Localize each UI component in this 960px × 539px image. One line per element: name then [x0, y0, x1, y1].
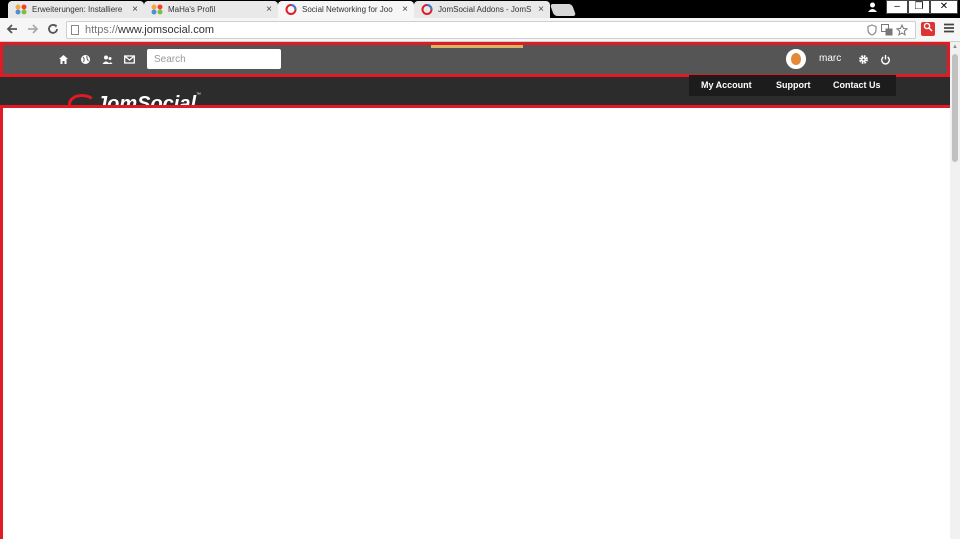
joomla-favicon-icon: [15, 4, 27, 15]
trademark-icon: ™: [196, 92, 201, 98]
shield-icon[interactable]: [867, 24, 877, 40]
tab-close-icon[interactable]: ×: [132, 1, 138, 18]
url-text: https://www.jomsocial.com: [85, 23, 214, 38]
scroll-up-arrow-icon[interactable]: ▲: [952, 44, 958, 50]
mail-icon[interactable]: [124, 54, 135, 68]
browser-tab[interactable]: MaHa's Profil ×: [144, 1, 278, 18]
bookmark-star-icon[interactable]: [895, 23, 909, 40]
page-scrollbar[interactable]: ▲: [950, 42, 960, 539]
url-protocol: https://: [85, 24, 119, 36]
gear-icon[interactable]: [858, 54, 869, 68]
jomsocial-favicon-icon: [285, 4, 297, 15]
browser-tab-active[interactable]: Social Networking for Joo ×: [278, 1, 414, 18]
window-close-button[interactable]: ✕: [930, 0, 958, 14]
toolbar-accent-bar: [431, 45, 523, 48]
page-icon: [71, 25, 79, 35]
browser-address-bar: https://www.jomsocial.com: [0, 18, 960, 42]
reload-icon[interactable]: [47, 22, 59, 38]
new-tab-button[interactable]: [549, 4, 577, 16]
url-field[interactable]: https://www.jomsocial.com: [66, 21, 916, 39]
people-icon[interactable]: [102, 54, 113, 68]
tab-title: Erweiterungen: Installiere: [32, 5, 123, 14]
window-restore-button[interactable]: ❐: [908, 0, 930, 14]
avatar[interactable]: [786, 49, 806, 69]
browser-tab[interactable]: JomSocial Addons - JomS ×: [414, 1, 550, 18]
tab-title: Social Networking for Joo: [302, 5, 393, 14]
main-content-area: [0, 105, 955, 539]
forward-arrow-icon[interactable]: [27, 22, 39, 38]
browser-menu-icon[interactable]: [943, 21, 955, 37]
jomsocial-logo[interactable]: JomSocial ™: [68, 92, 208, 106]
avatar-face: [791, 53, 801, 65]
nav-link-contact-us[interactable]: Contact Us: [833, 80, 881, 90]
username-label[interactable]: marc: [819, 53, 841, 64]
jomsocial-favicon-icon: [421, 4, 433, 15]
globe-icon[interactable]: [80, 54, 91, 68]
nav-link-my-account[interactable]: My Account: [701, 80, 752, 90]
url-host: www.jomsocial.com: [118, 24, 214, 36]
tab-close-icon[interactable]: ×: [402, 1, 408, 18]
extension-icon[interactable]: [921, 22, 935, 36]
home-icon[interactable]: [58, 54, 69, 68]
tab-title: JomSocial Addons - JomS: [438, 5, 532, 14]
joomla-favicon-icon: [151, 4, 163, 15]
tab-title: MaHa's Profil: [168, 5, 216, 14]
power-icon[interactable]: [880, 54, 891, 68]
tab-close-icon[interactable]: ×: [266, 1, 272, 18]
jomsocial-toolbar: marc: [0, 42, 950, 77]
user-profile-icon[interactable]: [868, 2, 877, 15]
nav-link-support[interactable]: Support: [776, 80, 811, 90]
logo-text: JomSocial: [96, 93, 197, 106]
scrollbar-thumb[interactable]: [952, 54, 958, 162]
back-arrow-icon[interactable]: [6, 22, 18, 38]
browser-tab[interactable]: Erweiterungen: Installiere ×: [8, 1, 144, 18]
site-nav: My Account Support Contact Us: [689, 75, 896, 96]
translate-icon[interactable]: [881, 24, 893, 40]
browser-tabstrip: Erweiterungen: Installiere × MaHa's Prof…: [0, 0, 960, 18]
tab-close-icon[interactable]: ×: [538, 1, 544, 18]
window-minimize-button[interactable]: –: [886, 0, 908, 14]
search-input[interactable]: [147, 49, 281, 69]
